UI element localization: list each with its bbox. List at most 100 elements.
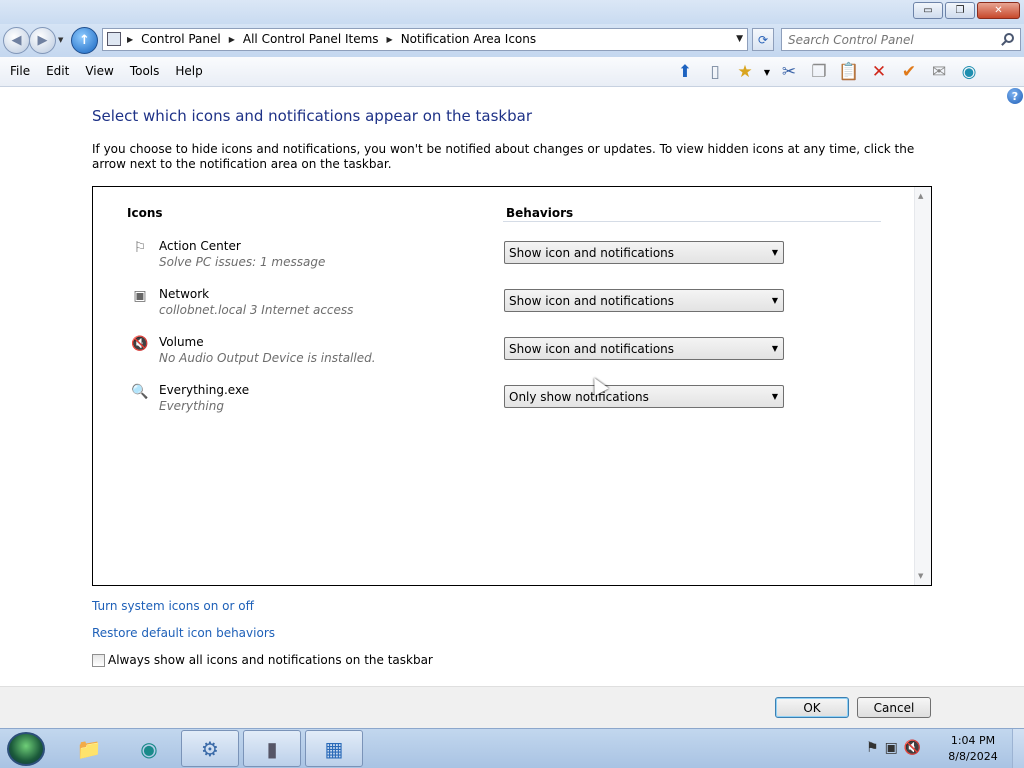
flag-icon: ⚐ [133, 240, 147, 256]
list-item: 🔇 Volume No Audio Output Device is insta… [131, 333, 831, 377]
show-desktop-button[interactable] [1012, 729, 1024, 768]
breadcrumb-all-items[interactable]: All Control Panel Items [243, 32, 379, 46]
chevron-down-icon: ▼ [771, 392, 778, 401]
item-status: No Audio Output Device is installed. [159, 351, 376, 365]
header-divider [503, 221, 881, 222]
chevron-down-icon: ▼ [771, 296, 778, 305]
search-box[interactable] [781, 28, 1021, 51]
start-button[interactable] [7, 732, 45, 766]
cut-icon[interactable]: ✂ [776, 59, 802, 85]
list-item: ▣ Network collobnet.local 3 Internet acc… [131, 285, 831, 329]
window-controls: ▭ ❐ ✕ [913, 2, 1020, 19]
mail-icon[interactable]: ✉ [926, 59, 952, 85]
scroll-up-icon[interactable]: ▲ [918, 192, 923, 200]
breadcrumb-separator-icon[interactable]: ▶ [127, 35, 133, 44]
recent-pages-dropdown-icon[interactable]: ▼ [58, 36, 63, 44]
address-dropdown-icon[interactable]: ▼ [736, 34, 743, 44]
up-level-button[interactable]: ↑ [71, 27, 98, 54]
ok-button[interactable]: OK [775, 697, 849, 718]
control-panel-taskbar-icon[interactable]: ▦ [305, 730, 363, 767]
maximize-button[interactable]: ❐ [945, 2, 975, 19]
behavior-value: Only show notifications [509, 390, 649, 404]
checkmark-icon[interactable]: ✔ [896, 59, 922, 85]
title-bar: ▭ ❐ ✕ [0, 0, 1024, 24]
menu: File Edit View Tools Help [2, 57, 211, 85]
always-show-row: Always show all icons and notifications … [92, 653, 433, 667]
server-app-taskbar-icon[interactable]: ▮ [243, 730, 301, 767]
scroll-down-icon[interactable]: ▼ [918, 572, 923, 580]
page-title: Select which icons and notifications app… [92, 107, 532, 125]
refresh-button[interactable]: ⟳ [752, 28, 774, 51]
search-magnifier-icon: 🔍 [131, 384, 149, 400]
explorer-taskbar-icon[interactable]: 📁 [60, 730, 118, 767]
restore-defaults-link[interactable]: Restore default icon behaviors [92, 626, 275, 640]
search-icon[interactable] [1004, 33, 1014, 43]
clock-time: 1:04 PM [950, 734, 996, 747]
clock-date: 8/8/2024 [948, 750, 998, 763]
chevron-down-icon: ▼ [771, 248, 778, 257]
behavior-dropdown[interactable]: Show icon and notifications ▼ [504, 241, 784, 264]
volume-muted-icon[interactable]: 🔇 [904, 740, 921, 756]
behavior-dropdown[interactable]: Only show notifications ▼ [504, 385, 784, 408]
menu-tools[interactable]: Tools [122, 57, 168, 85]
panel-icon[interactable]: ▯ [702, 59, 728, 85]
behavior-dropdown[interactable]: Show icon and notifications ▼ [504, 337, 784, 360]
close-button[interactable]: ✕ [977, 2, 1020, 19]
taskbar: 📁 ◉ ⚙ ▮ ▦ ⚑ ▣ 🔇 1:04 PM 8/8/2024 [0, 728, 1024, 768]
breadcrumb-notification-area-icons[interactable]: Notification Area Icons [401, 32, 536, 46]
item-status: Everything [159, 399, 224, 413]
menu-edit[interactable]: Edit [38, 57, 77, 85]
item-name: Volume [159, 335, 204, 349]
notification-icons-list: Icons Behaviors ⚐ Action Center Solve PC… [92, 186, 932, 586]
menu-file[interactable]: File [2, 57, 38, 85]
item-status: Solve PC issues: 1 message [159, 255, 326, 269]
copy-icon[interactable]: ❐ [806, 59, 832, 85]
item-name: Network [159, 287, 210, 301]
breadcrumb: ▶ Control Panel ▶ All Control Panel Item… [127, 32, 536, 46]
menu-view[interactable]: View [77, 57, 121, 85]
cancel-button[interactable]: Cancel [857, 697, 931, 718]
item-status: collobnet.local 3 Internet access [159, 303, 354, 317]
page-description: If you choose to hide icons and notifica… [92, 142, 915, 171]
list-item: ⚐ Action Center Solve PC issues: 1 messa… [131, 237, 831, 281]
forward-button[interactable]: ▶ [29, 27, 56, 54]
behavior-dropdown[interactable]: Show icon and notifications ▼ [504, 289, 784, 312]
help-icon[interactable]: ? [1007, 88, 1023, 104]
behavior-value: Show icon and notifications [509, 294, 675, 308]
breadcrumb-separator-icon[interactable]: ▶ [387, 35, 393, 44]
behavior-value: Show icon and notifications [509, 246, 675, 260]
menu-help[interactable]: Help [167, 57, 210, 85]
dropdown-icon[interactable]: ▼ [762, 59, 772, 85]
breadcrumb-control-panel[interactable]: Control Panel [141, 32, 221, 46]
system-clock[interactable]: 1:04 PM 8/8/2024 [940, 733, 1006, 765]
settings-app-taskbar-icon[interactable]: ⚙ [181, 730, 239, 767]
dialog-footer: OK Cancel [0, 686, 1024, 728]
always-show-label[interactable]: Always show all icons and notifications … [108, 653, 433, 667]
up-arrow-icon[interactable]: ⬆ [672, 59, 698, 85]
navigation-bar: ◀ ▶ ▼ ↑ ▶ Control Panel ▶ All Control Pa… [0, 24, 1024, 57]
column-header-icons: Icons [127, 206, 163, 220]
turn-system-icons-link[interactable]: Turn system icons on or off [92, 599, 254, 613]
minimize-button[interactable]: ▭ [913, 2, 943, 19]
favorites-icon[interactable]: ★ [732, 59, 758, 85]
behavior-value: Show icon and notifications [509, 342, 675, 356]
notification-area: ⚑ ▣ 🔇 [866, 740, 921, 756]
search-input[interactable] [788, 30, 998, 50]
delete-icon[interactable]: ✕ [866, 59, 892, 85]
network-icon: ▣ [133, 288, 147, 304]
media-player-taskbar-icon[interactable]: ◉ [120, 730, 178, 767]
always-show-checkbox[interactable] [92, 653, 105, 667]
address-bar[interactable]: ▶ Control Panel ▶ All Control Panel Item… [102, 28, 748, 51]
flag-icon[interactable]: ⚑ [866, 740, 879, 756]
network-icon[interactable]: ▣ [885, 740, 898, 756]
paste-icon[interactable]: 📋 [836, 59, 862, 85]
column-header-behaviors: Behaviors [506, 206, 574, 220]
vertical-scrollbar[interactable]: ▲ ▼ [914, 187, 931, 585]
chevron-down-icon: ▼ [771, 344, 778, 353]
globe-icon[interactable]: ◉ [956, 59, 982, 85]
item-name: Action Center [159, 239, 241, 253]
breadcrumb-separator-icon[interactable]: ▶ [229, 35, 235, 44]
back-button[interactable]: ◀ [3, 27, 30, 54]
menu-bar: File Edit View Tools Help ⬆ ▯ ★ ▼ ✂ ❐ 📋 … [0, 57, 1024, 87]
item-name: Everything.exe [159, 383, 250, 397]
